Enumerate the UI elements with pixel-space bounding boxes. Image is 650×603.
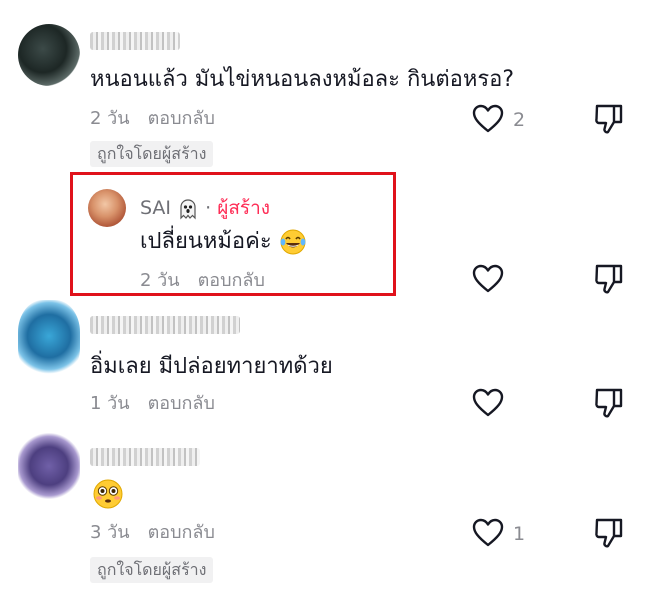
like-count: 2 — [513, 109, 526, 131]
heart-outline-icon[interactable] — [472, 518, 504, 548]
comment-time: 1 วัน — [90, 393, 130, 414]
thumbs-down-outline-icon[interactable] — [594, 263, 624, 295]
comment-text: อิ่มเลย มีปล่อยทายาทด้วย — [90, 354, 333, 379]
creator-username[interactable]: SAI — [140, 197, 171, 219]
creator-avatar[interactable] — [88, 189, 126, 227]
comment-meta: 3 วัน ตอบกลับ — [90, 522, 215, 544]
heart-outline-icon[interactable] — [472, 388, 504, 418]
reply-button[interactable]: ตอบกลับ — [148, 108, 215, 129]
heart-outline-icon[interactable] — [472, 104, 504, 134]
creator-liked-badge: ถูกใจโดยผู้สร้าง — [90, 557, 214, 583]
avatar[interactable] — [18, 24, 80, 86]
reply-text-row: เปลี่ยนหม้อค่ะ — [140, 228, 307, 256]
comment-time: 2 วัน — [90, 108, 130, 129]
reply-button[interactable]: ตอบกลับ — [148, 522, 215, 543]
reply-button[interactable]: ตอบกลับ — [148, 393, 215, 414]
comment-time: 3 วัน — [90, 522, 130, 543]
comment-text: หนอนแล้ว มันไข่หนอนลงหม้อละ กินต่อหรอ? — [90, 67, 515, 92]
avatar[interactable] — [18, 300, 80, 380]
username-blurred[interactable] — [90, 316, 240, 334]
comment-text: เปลี่ยนหม้อค่ะ — [140, 229, 272, 254]
thumbs-down-outline-icon[interactable] — [594, 103, 624, 135]
thumbs-down-outline-icon[interactable] — [594, 387, 624, 419]
reply-header: SAI · ผู้สร้าง — [140, 197, 270, 220]
heart-outline-icon[interactable] — [472, 264, 504, 294]
avatar[interactable] — [18, 430, 80, 502]
comment-meta: 2 วัน ตอบกลับ — [90, 108, 215, 130]
separator-dot: · — [205, 197, 212, 219]
thumbs-down-outline-icon[interactable] — [594, 517, 624, 549]
comment-meta: 1 วัน ตอบกลับ — [90, 393, 215, 415]
comment-meta: 2 วัน ตอบกลับ — [140, 270, 265, 292]
ghost-emoji-icon — [180, 198, 196, 219]
comment-time: 2 วัน — [140, 270, 180, 291]
flushed-face-emoji-icon — [93, 479, 123, 509]
creator-label: ผู้สร้าง — [217, 197, 271, 219]
username-blurred[interactable] — [90, 32, 180, 50]
tears-of-joy-emoji-icon — [280, 229, 306, 255]
reply-button[interactable]: ตอบกลับ — [198, 270, 265, 291]
creator-liked-badge: ถูกใจโดยผู้สร้าง — [90, 141, 214, 167]
username-blurred[interactable] — [90, 448, 200, 466]
like-count: 1 — [513, 523, 526, 545]
